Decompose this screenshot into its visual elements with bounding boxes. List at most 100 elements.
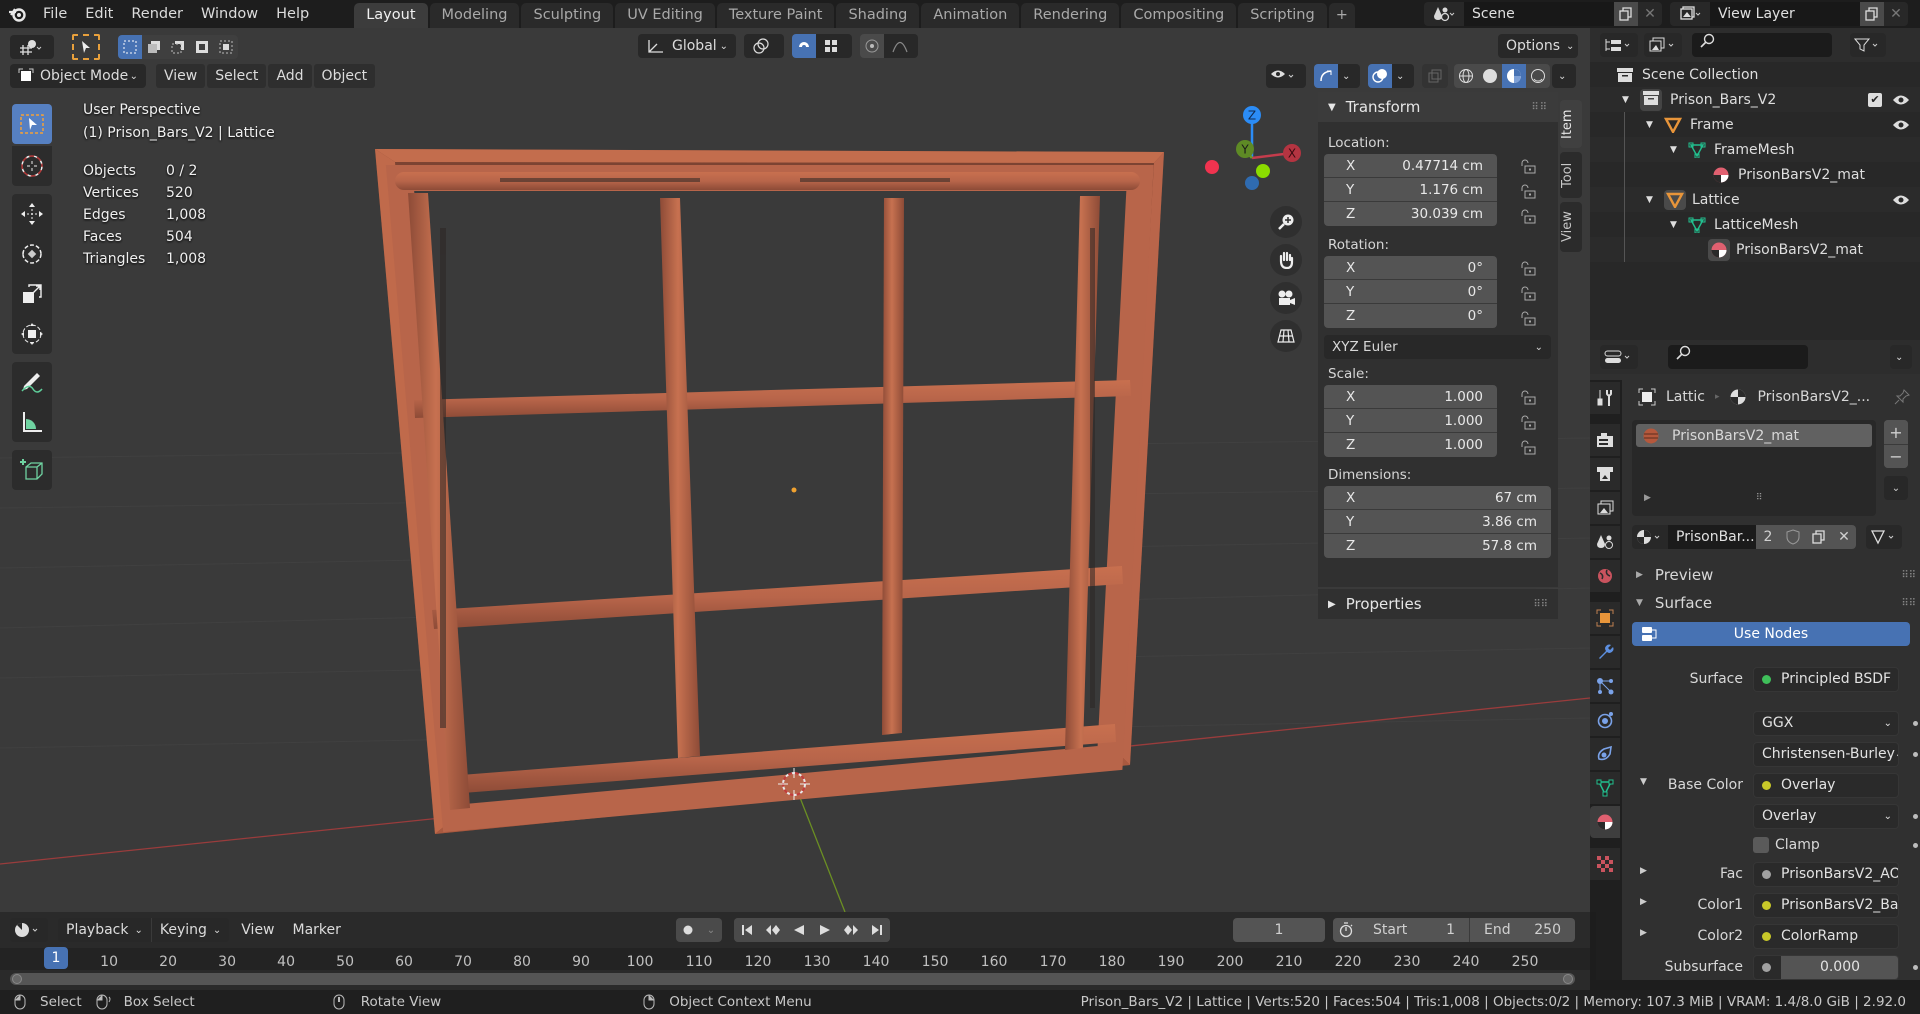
lock-open-icon[interactable] [1519, 440, 1539, 456]
pin-icon[interactable] [1894, 389, 1910, 405]
properties-search-input[interactable] [1668, 345, 1808, 369]
pivot-point-dropdown[interactable] [744, 34, 784, 58]
wireframe-shading-icon[interactable] [1454, 64, 1478, 88]
node-link-field[interactable]: Principled BSDF [1753, 666, 1899, 692]
lock-open-icon[interactable] [1519, 286, 1539, 302]
tab-animation[interactable]: Animation [921, 3, 1020, 28]
disclosure-triangle-icon[interactable]: ▼ [1622, 95, 1640, 105]
properties-panel-header[interactable]: ▶ Properties ⠿⠿ [1318, 589, 1558, 619]
xray-toggle-icon[interactable] [1422, 64, 1448, 88]
select-new-icon[interactable] [118, 35, 142, 59]
lock-open-icon[interactable] [1519, 390, 1539, 406]
clamp-checkbox[interactable]: Clamp [1753, 837, 1899, 853]
tab-physics-icon[interactable] [1590, 704, 1620, 736]
scene-name-field[interactable]: Scene [1464, 2, 1614, 26]
disclosure-triangle-icon[interactable]: ▼ [1646, 120, 1664, 130]
area-divider[interactable] [1590, 912, 1596, 990]
node-link-field[interactable]: ColorRamp [1753, 923, 1899, 949]
overlays-toggle-icon[interactable] [1368, 64, 1392, 88]
tab-output-icon[interactable] [1590, 458, 1620, 490]
menu-select[interactable]: Select [207, 64, 267, 88]
outliner-row-frame[interactable]: ▼ Frame [1590, 112, 1920, 137]
keyframe-dot-icon[interactable] [1913, 842, 1918, 848]
scale-z-field[interactable]: Z 1.000 [1324, 433, 1497, 457]
visibility-eye-icon[interactable] [1892, 94, 1910, 106]
tab-object-icon[interactable] [1590, 602, 1620, 634]
drag-handle-icon[interactable]: ⠿⠿ [1531, 102, 1548, 113]
slot-specials-dropdown[interactable]: ⌄ [1884, 476, 1908, 500]
material-preview-shading-icon[interactable] [1502, 64, 1526, 88]
node-link-field[interactable]: PrisonBarsV2_AO... [1753, 861, 1899, 887]
exclude-checkbox[interactable]: ✔ [1868, 92, 1882, 107]
dimensions-z-field[interactable]: Z 57.8 cm [1324, 534, 1551, 558]
timeline-scrollbar[interactable] [10, 973, 1575, 985]
gizmo-neg-z[interactable] [1245, 176, 1259, 190]
unlink-material-icon[interactable]: ✕ [1832, 525, 1856, 549]
duplicate-material-icon[interactable] [1806, 525, 1832, 549]
tab-world-icon[interactable] [1590, 560, 1620, 592]
tab-modeling[interactable]: Modeling [429, 3, 520, 28]
material-slot-item[interactable]: PrisonBarsV2_mat [1636, 424, 1872, 447]
surface-panel-header[interactable]: ▼ Surface ⠿⠿ [1630, 588, 1920, 618]
location-x-field[interactable]: X 0.47714 cm [1324, 154, 1497, 178]
camera-view-icon[interactable] [1270, 282, 1302, 314]
visibility-eye-icon[interactable] [1892, 194, 1910, 206]
tool-select-box[interactable] [12, 104, 52, 144]
menu-add[interactable]: Add [268, 64, 312, 88]
menu-render[interactable]: Render [122, 0, 192, 28]
socket-dot-icon[interactable] [1762, 962, 1771, 972]
add-slot-button[interactable]: + [1884, 420, 1908, 444]
tool-add-cube[interactable] [12, 450, 52, 490]
tool-rotate[interactable] [12, 234, 52, 274]
tab-compositing[interactable]: Compositing [1121, 3, 1237, 28]
solid-shading-icon[interactable] [1478, 64, 1502, 88]
tab-scripting[interactable]: Scripting [1238, 3, 1327, 28]
overlays-dropdown[interactable]: ⌄ [1392, 64, 1414, 88]
tab-item[interactable]: Item [1560, 100, 1582, 148]
disclosure-triangle-icon[interactable]: ▼ [1670, 145, 1688, 155]
prison-bars-model[interactable] [375, 149, 1164, 834]
disclosure-triangle-icon[interactable]: ▼ [1670, 220, 1688, 230]
scale-x-field[interactable]: X 1.000 [1324, 385, 1497, 409]
outliner-row-framemesh[interactable]: ▼ FrameMesh [1590, 137, 1920, 162]
timeline-ruler[interactable]: 10 20 30 40 50 60 70 80 90 100 110 120 130 140 150 160 1… [0, 947, 1590, 970]
menu-edit[interactable]: Edit [76, 0, 122, 28]
rotation-z-field[interactable]: Z 0° [1324, 304, 1497, 328]
tab-shading[interactable]: Shading [836, 3, 920, 28]
blender-logo-icon[interactable] [0, 6, 34, 22]
expand-triangle-icon[interactable]: ▶ [1640, 897, 1647, 907]
select-subtract-icon[interactable] [166, 35, 190, 59]
tab-view-layer-icon[interactable] [1590, 492, 1620, 524]
tool-measure[interactable] [12, 402, 52, 442]
select-extend-icon[interactable] [142, 35, 166, 59]
dimensions-x-field[interactable]: X 67 cm [1324, 486, 1551, 510]
rotation-x-field[interactable]: X 0° [1324, 256, 1497, 280]
socket-dot-icon[interactable] [1762, 674, 1771, 684]
view-layer-icon[interactable] [1670, 2, 1710, 26]
rotation-y-field[interactable]: Y 0° [1324, 280, 1497, 304]
menu-help[interactable]: Help [267, 0, 318, 28]
drag-handle-icon[interactable]: ⠿⠿ [1901, 570, 1916, 581]
link-dropdown[interactable] [1866, 525, 1902, 549]
tab-layout[interactable]: Layout [354, 3, 428, 28]
playhead[interactable]: 1 [44, 947, 68, 969]
visibility-dropdown[interactable] [1266, 64, 1306, 88]
disclosure-triangle-icon[interactable]: ▼ [1646, 195, 1664, 205]
menu-file[interactable]: File [34, 0, 76, 28]
remove-slot-button[interactable]: − [1884, 444, 1908, 468]
pan-view-icon[interactable] [1270, 244, 1302, 276]
socket-dot-icon[interactable] [1762, 900, 1771, 910]
expand-triangle-icon[interactable]: ▶ [1640, 928, 1647, 938]
fake-user-icon[interactable] [1780, 525, 1806, 549]
add-workspace-button[interactable]: + [1328, 3, 1355, 28]
filter-dropdown[interactable] [1850, 33, 1886, 57]
keyframe-dot-icon[interactable] [1913, 813, 1918, 819]
tab-rendering[interactable]: Rendering [1021, 3, 1120, 28]
drag-handle-icon[interactable]: ⠿⠿ [1901, 598, 1916, 609]
lock-open-icon[interactable] [1519, 159, 1539, 175]
tab-tool-settings-icon[interactable] [1590, 382, 1620, 414]
tab-render-icon[interactable] [1590, 424, 1620, 456]
tab-particles-icon[interactable] [1590, 670, 1620, 702]
perspective-toggle-icon[interactable] [1270, 320, 1302, 352]
properties-options-dropdown[interactable]: ⌄ [1890, 345, 1912, 369]
